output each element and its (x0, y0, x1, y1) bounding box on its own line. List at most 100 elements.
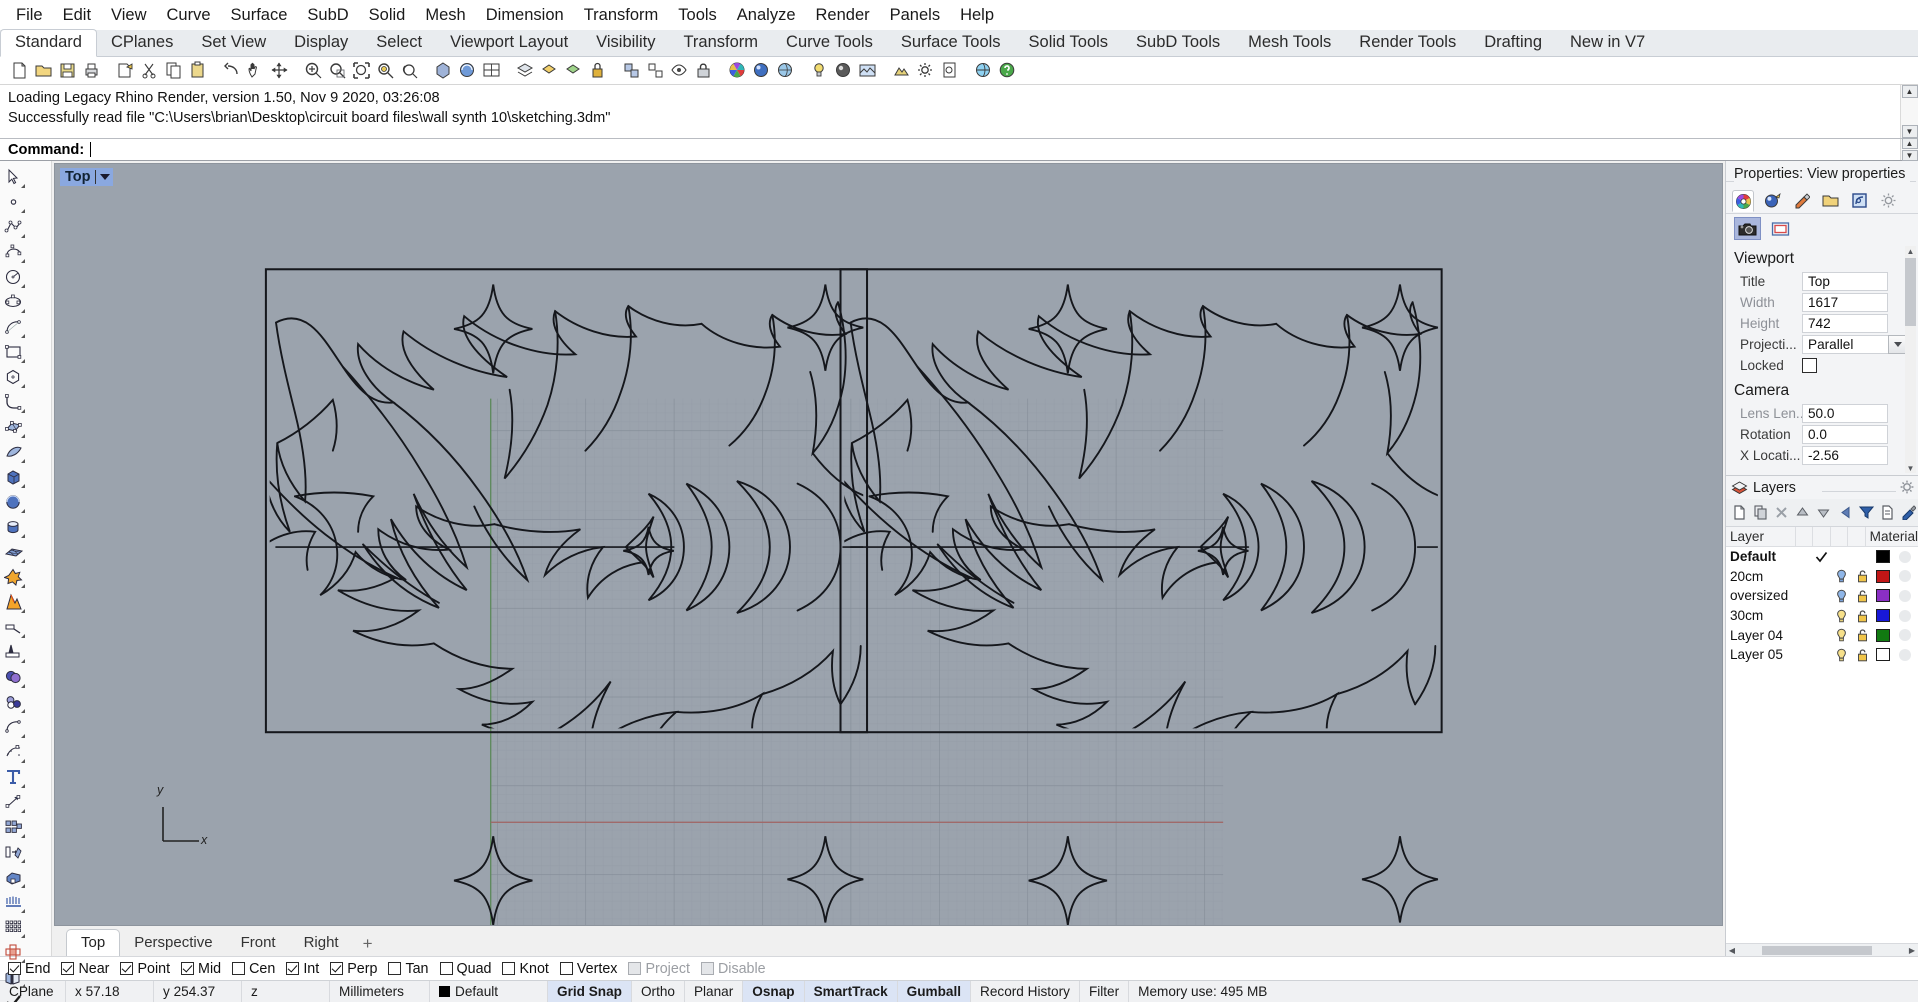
shade-view-icon[interactable] (432, 59, 455, 82)
command-prompt-spinner[interactable]: ▲ ▼ (1900, 138, 1918, 161)
viewport-canvas[interactable] (55, 164, 1722, 925)
open-folder-icon[interactable] (32, 59, 55, 82)
layer-lock-toggle[interactable] (1852, 589, 1872, 603)
menu-item-help[interactable]: Help (950, 3, 1004, 28)
toolbar-tab-transform[interactable]: Transform (669, 30, 772, 56)
options-gear-icon[interactable] (914, 59, 937, 82)
paste-clipboard-icon[interactable] (186, 59, 209, 82)
viewport-tab-top[interactable]: Top (66, 929, 121, 957)
toolbar-tab-solid-tools[interactable]: Solid Tools (1015, 30, 1123, 56)
text-object-icon[interactable] (0, 764, 26, 789)
command-prompt-bar[interactable]: Command: ▲ ▼ (0, 138, 1918, 161)
current-layer-check[interactable] (1811, 551, 1831, 563)
move-layer-down-icon[interactable] (1814, 502, 1833, 522)
surface-sweep-icon[interactable] (0, 439, 26, 464)
layer-color-swatch[interactable] (1872, 550, 1892, 564)
osnap-checkbox[interactable] (61, 962, 75, 975)
texture-mapping-icon[interactable] (1848, 190, 1870, 212)
web-browser-icon[interactable] (972, 59, 995, 82)
status-toggle-smarttrack[interactable]: SmartTrack (804, 980, 898, 1002)
add-viewport-tab-icon[interactable]: + (353, 932, 383, 956)
render-view-icon[interactable] (456, 59, 479, 82)
scrollbar-thumb[interactable] (1762, 945, 1872, 955)
curve-fillet-icon[interactable] (0, 389, 26, 414)
menu-item-view[interactable]: View (101, 3, 156, 28)
layer-row[interactable]: Default (1726, 547, 1918, 567)
zoom-window-icon[interactable] (326, 59, 349, 82)
object-properties-icon[interactable] (1732, 190, 1754, 212)
toolbar-tab-surface-tools[interactable]: Surface Tools (887, 30, 1015, 56)
scroll-down-icon[interactable]: ▼ (1901, 125, 1918, 138)
check-object-icon[interactable] (0, 989, 26, 1002)
osnap-checkbox[interactable] (120, 962, 134, 975)
layer-name[interactable]: Layer 04 (1726, 628, 1811, 643)
layer-color-swatch[interactable] (1872, 628, 1892, 642)
osnap-quad[interactable]: Quad (439, 961, 491, 977)
property-value-field[interactable]: 1617 (1802, 293, 1888, 312)
arc-icon[interactable] (0, 314, 26, 339)
scroll-left-icon[interactable]: ◀ (1726, 946, 1738, 955)
osnap-checkbox[interactable] (559, 962, 573, 975)
cut-paste-icon[interactable] (114, 59, 137, 82)
grid-array-icon[interactable] (0, 914, 26, 939)
property-value-field[interactable]: Top (1802, 272, 1888, 291)
control-point-curve-icon[interactable] (0, 239, 26, 264)
layer-row[interactable]: Layer 05 (1726, 644, 1918, 665)
menu-item-mesh[interactable]: Mesh (415, 3, 475, 28)
environment-icon[interactable] (774, 59, 797, 82)
viewport-tab-front[interactable]: Front (227, 930, 290, 956)
group-objects-icon[interactable] (620, 59, 643, 82)
move-layer-up-icon[interactable] (1793, 502, 1812, 522)
layers-gear-icon[interactable] (1900, 480, 1914, 499)
layer-row[interactable]: oversized (1726, 586, 1918, 606)
layer-material-slot[interactable] (1893, 648, 1918, 661)
layer-name[interactable]: 30cm (1726, 608, 1811, 623)
layers-horizontal-scrollbar[interactable]: ◀ ▶ (1726, 943, 1918, 956)
ungroup-icon[interactable] (644, 59, 667, 82)
boolean-split-icon[interactable] (0, 589, 26, 614)
prompt-scroll-down-icon[interactable]: ▼ (1901, 150, 1918, 161)
viewport-tab-perspective[interactable]: Perspective (120, 930, 226, 956)
layer-name[interactable]: Layer 05 (1726, 647, 1811, 662)
layer-color-swatch[interactable] (1872, 569, 1892, 583)
locked-checkbox[interactable] (1802, 358, 1817, 373)
viewport-tab-right[interactable]: Right (290, 930, 353, 956)
sphere-material-icon[interactable] (750, 59, 773, 82)
layers-list[interactable]: Default 20cm oversized 30cm Layer 04 Layer 05 (1726, 547, 1918, 943)
layer-lock-toggle[interactable] (1852, 569, 1872, 583)
toolbar-tab-render-tools[interactable]: Render Tools (1345, 30, 1470, 56)
zoom-in-icon[interactable] (302, 59, 325, 82)
properties-scroll-region[interactable]: Viewport Title Top Width 1617 Height 742 Projec… (1726, 244, 1918, 475)
status-toggle-gumball[interactable]: Gumball (897, 980, 972, 1002)
camera-view-icon[interactable] (1734, 217, 1761, 240)
lock-objects-icon[interactable] (692, 59, 715, 82)
zoom-previous-icon[interactable] (398, 59, 421, 82)
layer-row[interactable]: 30cm (1726, 605, 1918, 626)
layer-row[interactable]: Layer 04 (1726, 625, 1918, 645)
layout-grid-icon[interactable] (480, 59, 503, 82)
boolean-difference-icon[interactable] (0, 689, 26, 714)
filter-layers-icon[interactable] (1857, 502, 1876, 522)
hide-objects-icon[interactable] (668, 59, 691, 82)
osnap-vertex[interactable]: Vertex (559, 961, 617, 977)
circle-icon[interactable] (0, 264, 26, 289)
command-history-scrollbar[interactable]: ▲ ▼ (1900, 85, 1918, 138)
menu-item-curve[interactable]: Curve (157, 3, 221, 28)
layer-visibility-toggle[interactable] (1832, 569, 1852, 583)
polygon-icon[interactable] (0, 364, 26, 389)
osnap-checkbox[interactable] (628, 962, 642, 975)
layer-lock-toggle[interactable] (1852, 609, 1872, 623)
osnap-checkbox[interactable] (502, 962, 516, 975)
boolean-union-icon[interactable] (0, 664, 26, 689)
osnap-near[interactable]: Near (61, 961, 109, 977)
toolbar-tab-viewport-layout[interactable]: Viewport Layout (436, 30, 582, 56)
material-properties-icon[interactable] (1761, 190, 1783, 212)
scroll-up-icon[interactable]: ▲ (1906, 246, 1915, 256)
box-solid-icon[interactable] (0, 464, 26, 489)
property-value-field[interactable]: 742 (1802, 314, 1888, 333)
array-objects-icon[interactable] (0, 814, 26, 839)
toolbar-tab-mesh-tools[interactable]: Mesh Tools (1234, 30, 1345, 56)
scroll-right-icon[interactable]: ▶ (1906, 946, 1918, 955)
layer-properties-icon[interactable] (1878, 502, 1897, 522)
viewport-title-widget[interactable]: Top (60, 168, 113, 186)
